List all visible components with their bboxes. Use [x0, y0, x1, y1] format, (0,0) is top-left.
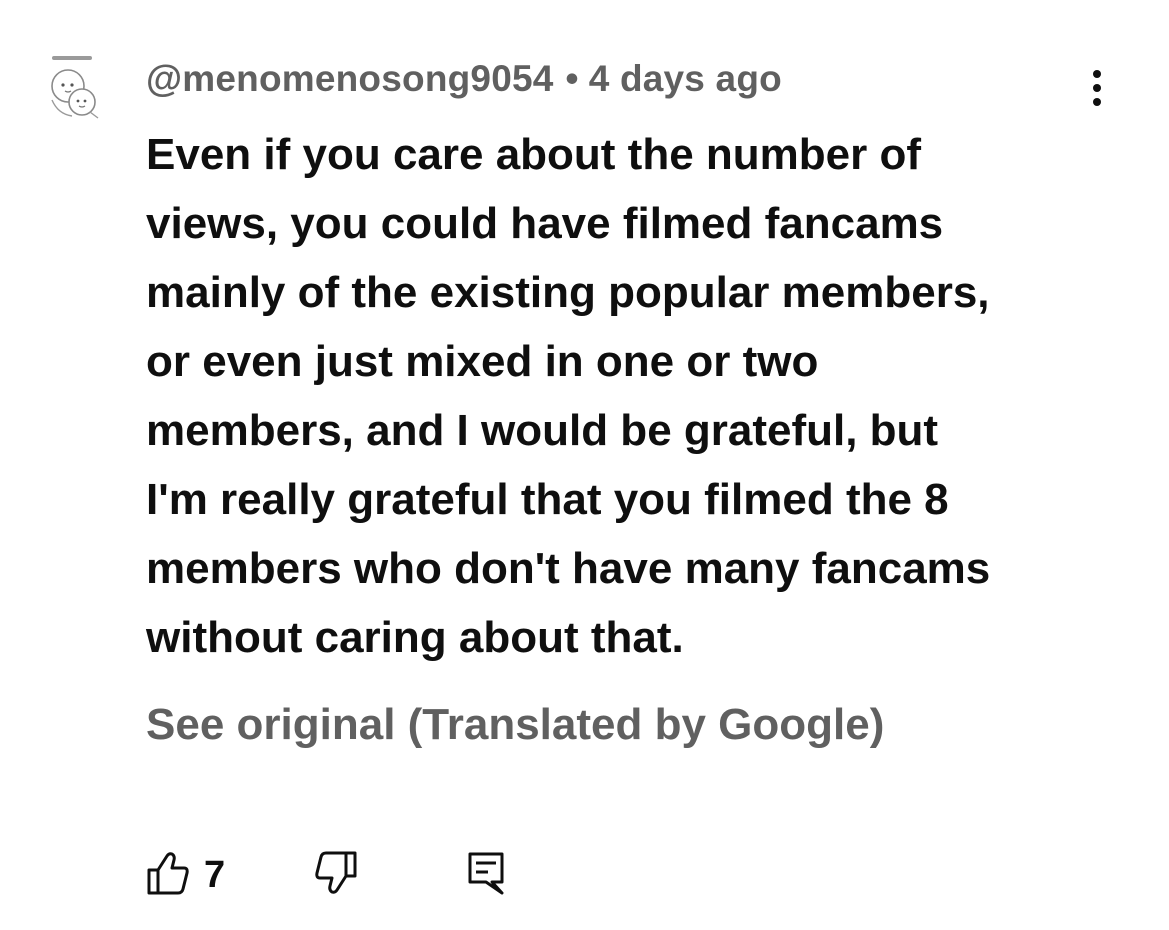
comment-line: views, you could have filmed fancams	[146, 199, 944, 248]
dislike-button[interactable]	[314, 850, 358, 896]
author-name[interactable]: @menomenosong9054	[146, 58, 554, 99]
comment-line: or even just mixed in one or two	[146, 337, 819, 386]
comment-line: without caring about that.	[146, 613, 684, 662]
more-options-button[interactable]	[1084, 68, 1112, 108]
like-button[interactable]	[146, 850, 190, 896]
thumbs-up-icon	[147, 852, 189, 895]
comment-timestamp[interactable]: 4 days ago	[589, 58, 782, 99]
cartoon-character-avatar-icon	[51, 56, 99, 119]
avatar[interactable]	[38, 52, 106, 124]
comment-line: I'm really grateful that you filmed the …	[146, 475, 949, 524]
like-count: 7	[204, 854, 226, 896]
comment-header: @menomenosong9054 • 4 days ago	[146, 58, 782, 100]
comment-line: mainly of the existing popular members,	[146, 268, 990, 317]
header-separator: •	[565, 58, 579, 99]
ellipsis-dot	[1093, 84, 1101, 92]
comment-line: members who don't have many fancams	[146, 544, 991, 593]
thumbs-down-icon	[315, 851, 357, 894]
comment-body: Even if you care about the number of vie…	[146, 120, 1106, 672]
vertical-ellipsis-icon	[1093, 70, 1101, 78]
comment-reply-icon	[468, 852, 504, 895]
comment-line: members, and I would be grateful, but	[146, 406, 939, 455]
ellipsis-dot	[1093, 98, 1101, 106]
reply-button[interactable]	[464, 850, 508, 896]
see-original-link[interactable]: See original (Translated by Google)	[146, 700, 884, 750]
comment-line: Even if you care about the number of	[146, 130, 922, 179]
